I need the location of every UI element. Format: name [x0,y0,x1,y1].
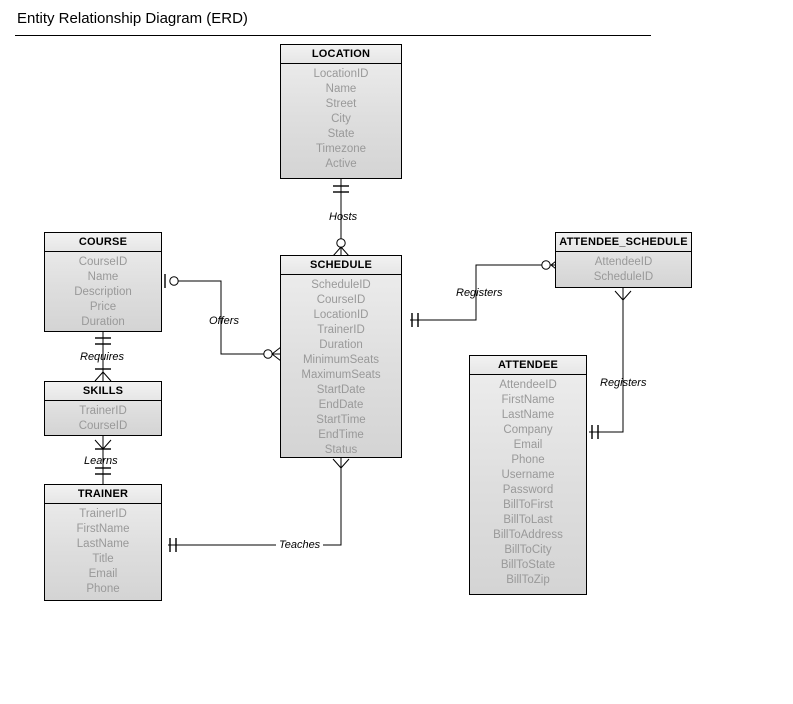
attribute: CourseID [316,294,366,306]
attribute: Email [88,568,118,580]
attribute: BillToLast [503,514,553,526]
attribute: BillToAddress [493,529,563,541]
entity-schedule-title: SCHEDULE [281,256,401,275]
relationship-label-offers: Offers [209,315,239,327]
entity-location-title: LOCATION [281,45,401,64]
relationship-label-learns: Learns [84,455,118,467]
attribute: CourseID [78,420,128,432]
erd-canvas: Entity Relationship Diagram (ERD) LOCATI… [0,0,793,704]
attribute: BillToCity [504,544,552,556]
relationship-label-teaches: Teaches [276,539,324,551]
attribute: LocationID [313,68,369,80]
attribute: Duration [319,339,363,351]
attribute: Name [325,83,357,95]
attribute: Email [513,439,543,451]
attribute: ScheduleID [311,279,371,291]
attribute: Street [325,98,357,110]
attribute: Active [325,158,357,170]
attribute: Price [89,301,117,313]
attribute: Password [502,484,554,496]
attribute: BillToFirst [503,499,553,511]
entity-schedule-attributes: ScheduleID CourseID LocationID TrainerID… [281,275,401,458]
entity-trainer-attributes: TrainerID FirstName LastName Title Email… [45,504,161,597]
attribute: StartTime [316,414,366,426]
attribute: CourseID [78,256,128,268]
attribute: MaximumSeats [301,369,381,381]
attribute: MinimumSeats [302,354,380,366]
attribute: Title [92,553,114,565]
entity-location[interactable]: LOCATION LocationID Name Street City Sta… [280,44,402,179]
entity-attendee[interactable]: ATTENDEE AttendeeID FirstName LastName C… [469,355,587,595]
entity-skills[interactable]: SKILLS TrainerID CourseID [44,381,162,436]
attribute: Description [74,286,132,298]
attribute: FirstName [76,523,130,535]
attribute: AttendeeID [499,379,557,391]
attribute: ScheduleID [593,271,654,283]
attribute: EndDate [318,399,364,411]
entity-course-attributes: CourseID Name Description Price Duration [45,252,161,330]
entity-attendee-schedule-attributes: AttendeeID ScheduleID [556,252,691,285]
entity-attendee-attributes: AttendeeID FirstName LastName Company Em… [470,375,586,588]
page-title: Entity Relationship Diagram (ERD) [17,10,248,27]
entity-attendee-title: ATTENDEE [470,356,586,375]
attribute: BillToState [500,559,556,571]
attribute: LastName [501,409,555,421]
attribute: LocationID [313,309,369,321]
entity-schedule[interactable]: SCHEDULE ScheduleID CourseID LocationID … [280,255,402,458]
attribute: StartDate [316,384,366,396]
attribute: Phone [511,454,545,466]
attribute: Duration [81,316,125,328]
attribute: Username [501,469,555,481]
attribute: BillToZip [506,574,550,586]
attribute: Phone [86,583,120,595]
attribute: AttendeeID [594,256,653,268]
entity-trainer[interactable]: TRAINER TrainerID FirstName LastName Tit… [44,484,162,601]
attribute: TrainerID [317,324,365,336]
attribute: TrainerID [79,508,127,520]
attribute: Name [87,271,119,283]
entity-skills-attributes: TrainerID CourseID [45,401,161,434]
attribute: State [327,128,355,140]
entity-attendee-schedule-title: ATTENDEE_SCHEDULE [556,233,691,252]
attribute: City [331,113,351,125]
relationship-label-registers-attendee: Registers [600,377,647,389]
attribute: Company [503,424,553,436]
entity-course-title: COURSE [45,233,161,252]
entity-skills-title: SKILLS [45,382,161,401]
attribute: LastName [76,538,130,550]
entity-course[interactable]: COURSE CourseID Name Description Price D… [44,232,162,332]
relationship-label-registers-schedule: Registers [456,287,503,299]
relationship-label-requires: Requires [80,351,125,363]
relationship-label-hosts: Hosts [329,211,358,223]
attribute: FirstName [501,394,555,406]
attribute: TrainerID [79,405,127,417]
attribute: Status [324,444,358,456]
entity-trainer-title: TRAINER [45,485,161,504]
attribute: EndTime [318,429,364,441]
attribute: Timezone [315,143,367,155]
entity-location-attributes: LocationID Name Street City State Timezo… [281,64,401,172]
entity-attendee-schedule[interactable]: ATTENDEE_SCHEDULE AttendeeID ScheduleID [555,232,692,288]
title-divider [15,35,651,36]
